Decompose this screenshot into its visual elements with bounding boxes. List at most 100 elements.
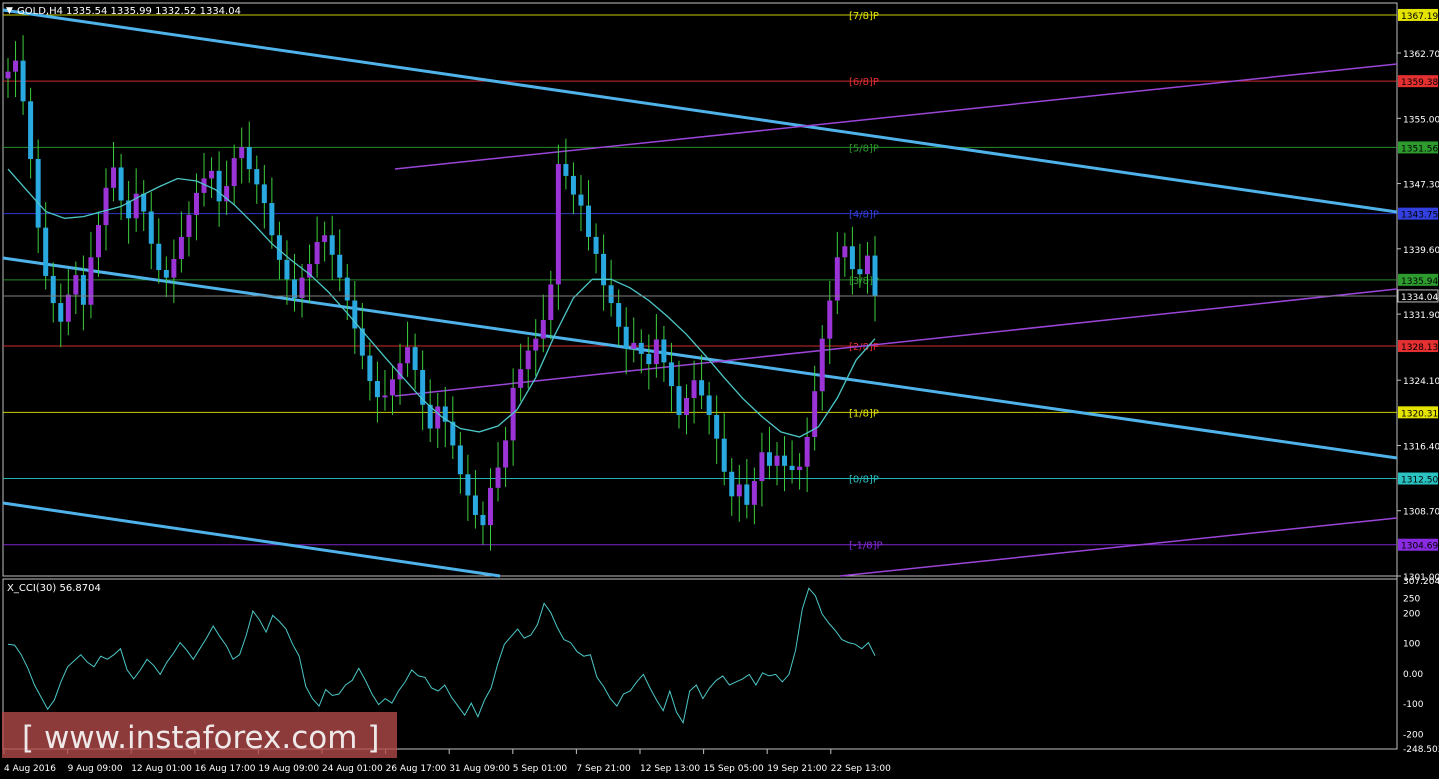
candle-body xyxy=(178,236,184,259)
candle-body xyxy=(653,339,659,365)
price-tag-text: 1320.31 xyxy=(1401,409,1438,419)
candle-body xyxy=(533,338,539,351)
murrey-label: [1/8]P xyxy=(849,408,879,419)
candle-body xyxy=(344,277,350,301)
candle-body xyxy=(744,484,750,505)
candle-body xyxy=(231,158,237,187)
cci-tick-label: 200 xyxy=(1403,609,1420,619)
candle-body xyxy=(254,169,260,185)
candle-body xyxy=(103,187,109,226)
candle-body xyxy=(284,259,290,280)
indicator-label: X_CCI(30) 56.8704 xyxy=(7,583,101,594)
time-tick-label: 26 Aug 17:00 xyxy=(386,764,447,774)
candle-body xyxy=(246,147,252,170)
price-tick-label: 1331.90 xyxy=(1403,311,1439,321)
time-tick-label: 4 Aug 2016 xyxy=(4,764,56,774)
cci-tick-label: -248.5033 xyxy=(1403,745,1439,755)
price-tick-label: 1362.70 xyxy=(1403,50,1439,60)
candle-body xyxy=(337,254,343,278)
candle-body xyxy=(5,71,11,79)
candle-body xyxy=(465,474,471,496)
candle-body xyxy=(766,452,772,466)
candle-body xyxy=(261,184,267,204)
candle-body xyxy=(616,303,622,327)
time-tick-label: 22 Sep 13:00 xyxy=(831,764,891,774)
candle-body xyxy=(518,369,524,388)
time-tick-label: 12 Aug 01:00 xyxy=(131,764,192,774)
channel-line[interactable] xyxy=(2,256,1398,460)
candle-body xyxy=(412,347,418,371)
candle-body xyxy=(503,440,509,468)
candle-body xyxy=(872,255,878,296)
candle-body xyxy=(239,147,245,159)
candle-body xyxy=(563,164,569,176)
candle-body xyxy=(729,471,735,497)
candle-body xyxy=(13,60,19,72)
candle-body xyxy=(472,495,478,515)
price-chart[interactable]: [7/8]P[6/8]P[5/8]P[4/8]P[3/8]P[2/8]P[1/8… xyxy=(0,0,1439,779)
watermark: [ www.instaforex.com ] xyxy=(22,720,379,756)
time-tick-label: 5 Sep 01:00 xyxy=(513,764,568,774)
time-tick-label: 31 Aug 09:00 xyxy=(449,764,510,774)
time-tick-label: 24 Aug 01:00 xyxy=(322,764,383,774)
channel-line[interactable] xyxy=(2,501,501,578)
candle-body xyxy=(35,158,41,228)
candle-body xyxy=(43,227,49,276)
candle-body xyxy=(601,253,607,286)
candle-body xyxy=(193,192,199,215)
price-tag-text: 1335.94 xyxy=(1401,277,1438,287)
trend-line[interactable] xyxy=(394,288,1398,397)
price-tag-text: 1351.56 xyxy=(1401,144,1438,154)
candle-body xyxy=(216,170,222,202)
candle-body xyxy=(58,303,64,322)
candle-body xyxy=(435,406,441,429)
candle-body xyxy=(382,395,388,398)
chevron-down-icon[interactable]: ▼ xyxy=(6,6,13,16)
current-price-text: 1334.04 xyxy=(1401,293,1438,303)
price-tick-label: 1347.30 xyxy=(1403,181,1439,191)
trend-line[interactable] xyxy=(839,517,1398,577)
candle-body xyxy=(540,320,546,339)
price-tick-label: 1339.60 xyxy=(1403,246,1439,256)
time-tick-label: 7 Sep 21:00 xyxy=(576,764,631,774)
trading-chart-window: [7/8]P [6/8]P [5/8]P [4/8]P [3/8]P [2/8]P [1/8… xyxy=(0,0,1439,779)
candle-body xyxy=(88,257,94,305)
murrey-label: [-1/8]P xyxy=(849,541,883,552)
candle-body xyxy=(661,339,667,363)
candle-body xyxy=(555,164,561,285)
channel-line[interactable] xyxy=(2,8,1398,214)
candle-body xyxy=(714,414,720,439)
price-tick-label: 1355.00 xyxy=(1403,115,1439,125)
murrey-label: [7/8]P xyxy=(849,11,879,22)
candle-body xyxy=(849,246,855,270)
cci-tick-label: 250 xyxy=(1403,594,1420,604)
candle-body xyxy=(73,275,79,295)
time-tick-label: 19 Sep 21:00 xyxy=(767,764,827,774)
candle-body xyxy=(691,380,697,398)
price-tick-label: 1324.10 xyxy=(1403,377,1439,387)
cci-tick-label: 0.00 xyxy=(1403,670,1423,680)
cci-tick-label: -200 xyxy=(1403,730,1424,740)
candle-body xyxy=(525,350,531,370)
candle-body xyxy=(827,300,833,339)
candle-body xyxy=(329,235,335,255)
candle-body xyxy=(646,353,652,365)
candle-body xyxy=(668,362,674,387)
candle-body xyxy=(699,380,705,396)
candle-body xyxy=(118,167,124,201)
candle-body xyxy=(842,246,848,258)
candle-body xyxy=(834,257,840,301)
candle-body xyxy=(299,277,305,298)
candle-body xyxy=(751,481,757,505)
candle-body xyxy=(276,235,282,260)
time-tick-label: 9 Aug 09:00 xyxy=(68,764,123,774)
candle-body xyxy=(111,167,117,188)
price-tag-text: 1304.69 xyxy=(1401,542,1438,552)
candle-body xyxy=(578,194,584,206)
candle-body xyxy=(804,436,810,467)
trend-line[interactable] xyxy=(394,63,1398,170)
candle-body xyxy=(676,386,682,415)
cci-tick-label: 100 xyxy=(1403,640,1420,650)
time-tick-label: 16 Aug 17:00 xyxy=(195,764,256,774)
candle-body xyxy=(759,452,765,482)
